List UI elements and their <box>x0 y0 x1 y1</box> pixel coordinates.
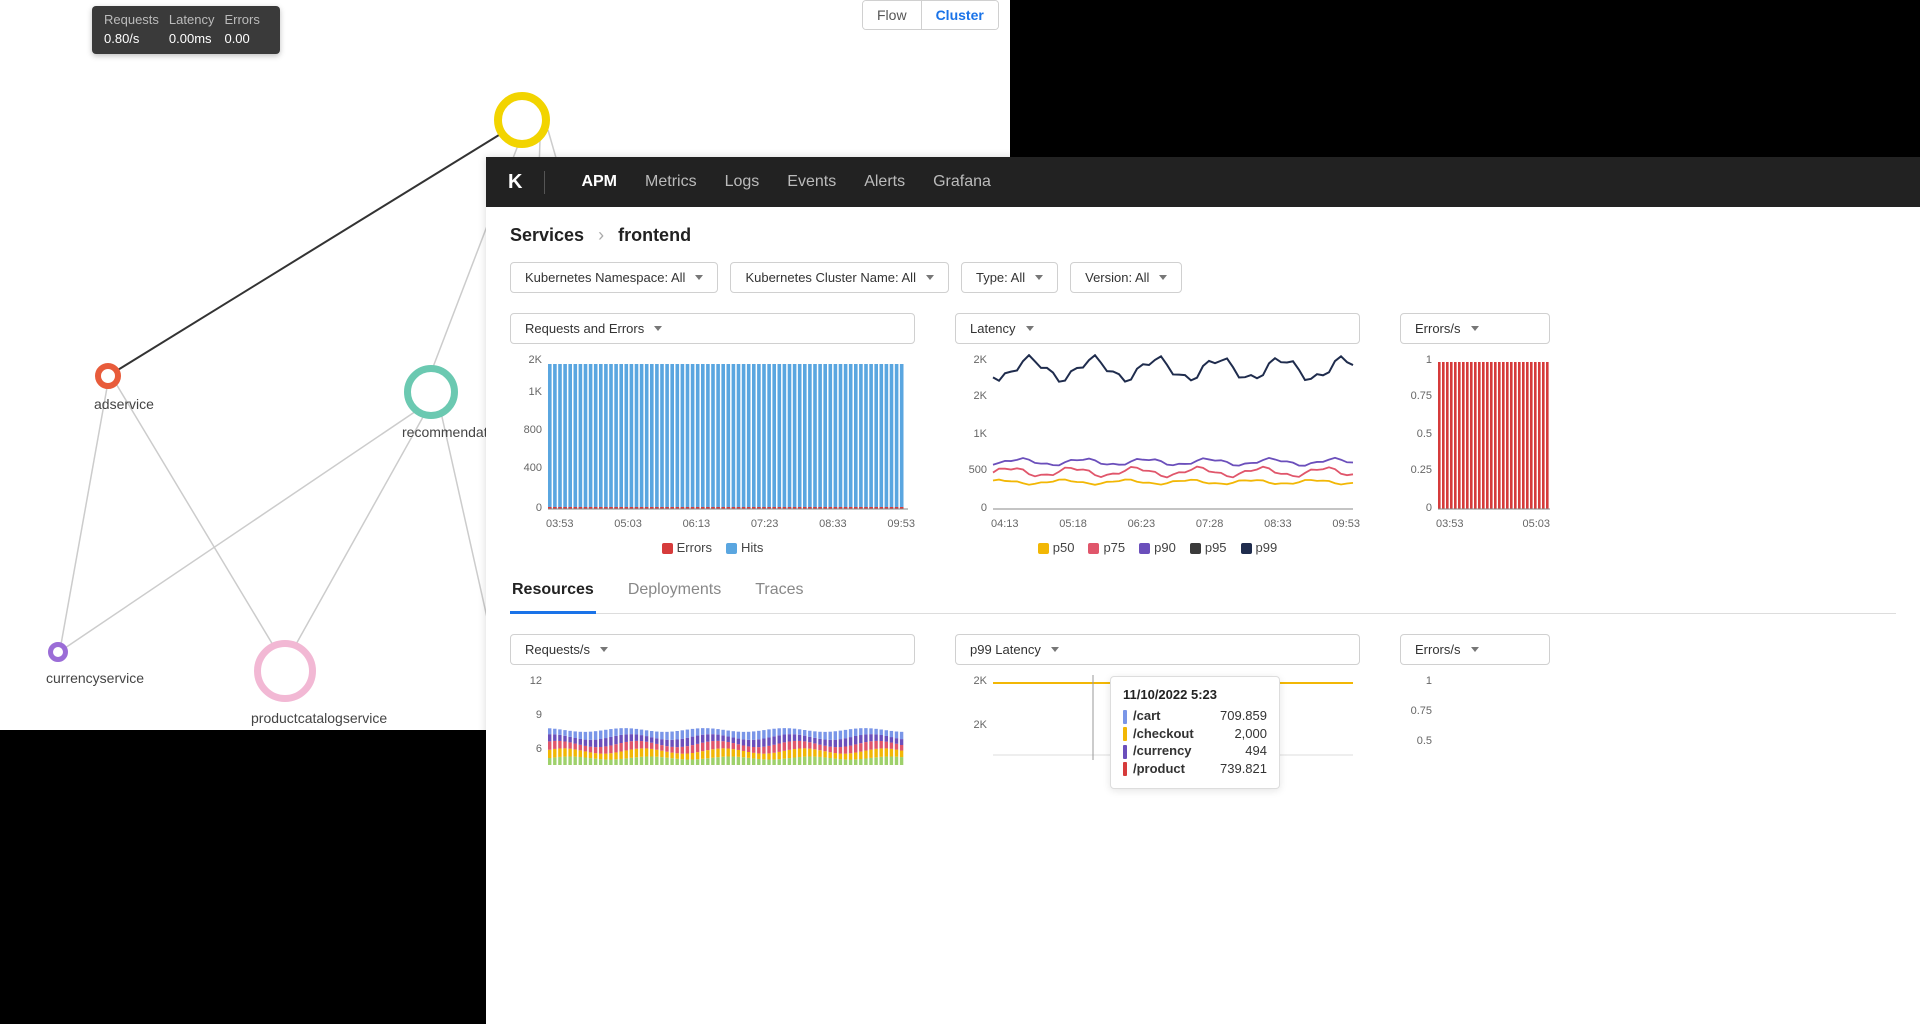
view-toggle: Flow Cluster <box>862 0 999 30</box>
tooltip-header-errors: Errors <box>224 12 267 29</box>
tooltip-date: 11/10/2022 5:23 <box>1123 687 1267 702</box>
apm-nav: K APM Metrics Logs Events Alerts Grafana <box>486 157 1920 207</box>
filter-version[interactable]: Version: All <box>1070 262 1182 293</box>
chart3-selector[interactable]: Errors/s <box>1400 313 1550 344</box>
nav-metrics[interactable]: Metrics <box>645 173 697 191</box>
node-metrics-tooltip: Requests Latency Errors 0.80/s 0.00ms 0.… <box>92 6 280 54</box>
logo: K <box>508 171 545 194</box>
nav-logs[interactable]: Logs <box>725 173 760 191</box>
chart-hover-tooltip: 11/10/2022 5:23 /cart709.859 /checkout2,… <box>1110 676 1280 789</box>
chart-errors-per-s: Errors/s 1 0.75 0.5 0.25 0 03:5305:03 <box>1400 313 1550 555</box>
chart1-legend: Errors Hits <box>510 540 915 555</box>
tooltip-value-requests: 0.80/s <box>104 31 167 46</box>
chart1-selector[interactable]: Requests and Errors <box>510 313 915 344</box>
node-frontend[interactable] <box>494 92 550 148</box>
chart1-x-axis: 03:5305:0306:1307:2308:3309:53 <box>510 518 915 530</box>
breadcrumb: Services › frontend <box>510 225 1896 246</box>
nav-alerts[interactable]: Alerts <box>864 173 905 191</box>
chart3-x-axis: 03:5305:03 <box>1400 518 1550 530</box>
chart-errors-per-s-lower: Errors/s 1 0.75 0.5 <box>1400 634 1550 765</box>
chart-requests-per-s: Requests/s 12 9 6 <box>510 634 915 765</box>
filter-type[interactable]: Type: All <box>961 262 1058 293</box>
chart2-legend: p50 p75 p90 p95 p99 <box>955 540 1360 555</box>
node-productcatalog[interactable] <box>254 640 316 702</box>
lower-chart1-selector[interactable]: Requests/s <box>510 634 915 665</box>
tooltip-row: /cart709.859 <box>1123 708 1267 724</box>
node-recommendation[interactable] <box>404 365 458 419</box>
chart1-plot[interactable] <box>510 354 915 514</box>
nav-grafana[interactable]: Grafana <box>933 173 991 191</box>
chart-latency: Latency 2K 2K 1K 500 0 04:1305:1806:2307… <box>955 313 1360 555</box>
tooltip-row: /checkout2,000 <box>1123 726 1267 742</box>
node-adservice[interactable] <box>95 363 121 389</box>
tab-deployments[interactable]: Deployments <box>626 573 723 613</box>
filter-cluster[interactable]: Kubernetes Cluster Name: All <box>730 262 949 293</box>
chevron-down-icon <box>600 647 608 652</box>
chart-p99-latency: p99 Latency 2K 2K 11/10/2022 5:23 /cart7… <box>955 634 1360 765</box>
chevron-down-icon <box>1035 275 1043 280</box>
chart2-x-axis: 04:1305:1806:2307:2808:3309:53 <box>955 518 1360 530</box>
chevron-down-icon <box>1471 326 1479 331</box>
node-productcatalog-label: productcatalogservice <box>251 710 387 726</box>
chevron-down-icon <box>1051 647 1059 652</box>
lower-chart2-selector[interactable]: p99 Latency <box>955 634 1360 665</box>
filter-bar: Kubernetes Namespace: All Kubernetes Clu… <box>510 262 1896 293</box>
node-adservice-label: adservice <box>94 396 154 412</box>
nav-events[interactable]: Events <box>787 173 836 191</box>
chevron-down-icon <box>1159 275 1167 280</box>
lower-chart1-plot[interactable] <box>510 675 915 765</box>
node-currencyservice-label: currencyservice <box>46 670 144 686</box>
toggle-flow[interactable]: Flow <box>863 1 921 29</box>
chevron-down-icon <box>654 326 662 331</box>
detail-tabs: Resources Deployments Traces <box>510 573 1896 614</box>
tooltip-value-errors: 0.00 <box>224 31 267 46</box>
tooltip-header-latency: Latency <box>169 12 223 29</box>
tooltip-row: /product739.821 <box>1123 761 1267 777</box>
lower-chart3-selector[interactable]: Errors/s <box>1400 634 1550 665</box>
tooltip-header-requests: Requests <box>104 12 167 29</box>
chevron-down-icon <box>695 275 703 280</box>
tooltip-row: /currency494 <box>1123 743 1267 759</box>
chart-requests-errors: Requests and Errors 2K 1K 800 400 0 03:5… <box>510 313 915 555</box>
tooltip-value-latency: 0.00ms <box>169 31 223 46</box>
chevron-down-icon <box>1026 326 1034 331</box>
chevron-down-icon <box>1471 647 1479 652</box>
chart2-selector[interactable]: Latency <box>955 313 1360 344</box>
breadcrumb-current: frontend <box>618 225 691 246</box>
breadcrumb-sep: › <box>598 225 604 246</box>
nav-apm[interactable]: APM <box>581 173 617 191</box>
node-recommendation-label: recommendat <box>402 424 488 440</box>
breadcrumb-root[interactable]: Services <box>510 225 584 246</box>
tab-traces[interactable]: Traces <box>753 573 805 613</box>
chevron-down-icon <box>926 275 934 280</box>
tab-resources[interactable]: Resources <box>510 573 596 614</box>
node-currencyservice[interactable] <box>48 642 68 662</box>
toggle-cluster[interactable]: Cluster <box>921 1 998 29</box>
filter-namespace[interactable]: Kubernetes Namespace: All <box>510 262 718 293</box>
apm-panel: K APM Metrics Logs Events Alerts Grafana… <box>486 157 1920 1024</box>
chart2-plot[interactable] <box>955 354 1360 514</box>
